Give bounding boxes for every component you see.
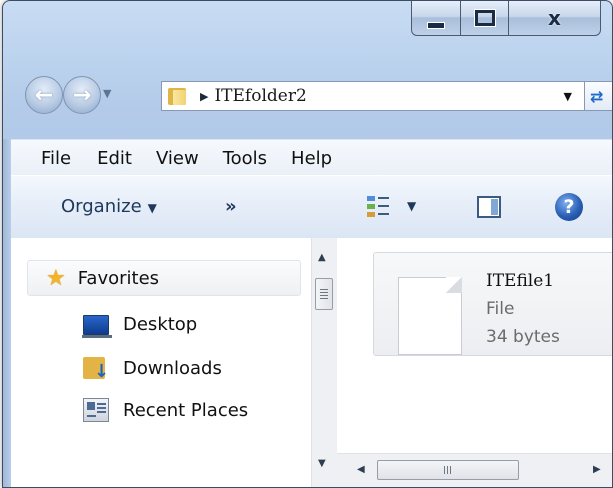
scroll-up-icon[interactable]: ▲	[318, 252, 326, 263]
address-dropdown-icon[interactable]: ▼	[564, 90, 572, 103]
nav-item-label: Downloads	[123, 357, 222, 379]
file-name: ITEfile1	[486, 271, 555, 291]
nav-item-downloads[interactable]: ↓ Downloads	[83, 356, 222, 381]
views-dropdown-icon: ▼	[407, 199, 417, 213]
breadcrumb-separator-icon[interactable]: ▶	[200, 90, 208, 103]
recent-places-icon	[83, 398, 109, 422]
favorites-label: Favorites	[77, 267, 160, 289]
menu-view[interactable]: View	[144, 148, 211, 169]
help-button[interactable]: ?	[555, 193, 583, 221]
content-area: ★ Favorites Desktop ↓ Downloads Recent P…	[11, 238, 612, 487]
help-icon: ?	[563, 196, 575, 218]
chevron-down-icon: ▼	[147, 201, 157, 215]
scrollbar-thumb[interactable]	[315, 278, 333, 310]
menu-edit[interactable]: Edit	[85, 148, 144, 169]
scrollbar-thumb[interactable]	[377, 460, 519, 480]
nav-item-label: Recent Places	[123, 399, 249, 421]
close-icon: x	[548, 6, 561, 30]
maximize-icon	[474, 10, 495, 26]
forward-arrow-icon: →	[72, 82, 92, 108]
recent-pages-dropdown[interactable]: ▼	[103, 87, 111, 100]
window-frame-left	[3, 139, 11, 487]
organize-label: Organize	[61, 196, 142, 217]
breadcrumb-current-folder[interactable]: ITEfolder2	[214, 86, 306, 106]
menu-bar: File Edit View Tools Help	[11, 139, 612, 176]
file-list: ITEfile1 File 34 bytes ◀ ▶	[337, 238, 612, 487]
scroll-right-icon[interactable]: ▶	[593, 464, 601, 475]
back-button[interactable]: ←	[25, 76, 63, 114]
refresh-icon: ⇄	[590, 86, 604, 106]
menu-file[interactable]: File	[11, 148, 85, 169]
menu-tools[interactable]: Tools	[211, 148, 279, 169]
nav-item-favorites[interactable]: ★ Favorites	[27, 260, 301, 296]
back-arrow-icon: ←	[34, 82, 54, 108]
scroll-left-icon[interactable]: ◀	[357, 464, 365, 475]
views-icon	[367, 196, 389, 218]
file-size: 34 bytes	[486, 327, 560, 347]
caption-buttons: x	[411, 1, 601, 36]
minimize-button[interactable]	[411, 1, 461, 36]
refresh-button[interactable]: ⇄	[585, 81, 612, 111]
organize-button[interactable]: Organize ▼	[61, 196, 157, 217]
preview-pane-button[interactable]	[477, 196, 501, 218]
desktop-icon	[82, 315, 112, 338]
address-bar[interactable]: ▶ ITEfolder2 ▼	[161, 81, 585, 111]
scroll-down-icon[interactable]: ▼	[318, 458, 326, 469]
navigation-pane-scrollbar[interactable]: ▲ ▼	[311, 238, 337, 487]
navigation-pane: ★ Favorites Desktop ↓ Downloads Recent P…	[11, 238, 311, 487]
forward-button[interactable]: →	[63, 76, 101, 114]
explorer-window: x ← → ▼ ▶ ITEfolder2 ▼ ⇄ File Edit View …	[2, 0, 613, 488]
command-bar: Organize ▼ » ▼ ?	[11, 175, 612, 239]
navigation-row: ← → ▼ ▶ ITEfolder2 ▼ ⇄	[3, 71, 612, 121]
close-button[interactable]: x	[509, 1, 601, 36]
nav-item-desktop[interactable]: Desktop	[82, 313, 198, 338]
maximize-button[interactable]	[461, 1, 509, 36]
star-icon: ★	[46, 265, 66, 291]
change-view-button[interactable]: ▼	[367, 194, 429, 222]
file-item[interactable]: ITEfile1 File 34 bytes	[373, 252, 612, 356]
minimize-icon	[427, 21, 445, 29]
folder-icon	[168, 86, 188, 106]
nav-item-label: Desktop	[123, 313, 198, 335]
nav-item-recent-places[interactable]: Recent Places	[83, 398, 248, 422]
downloads-icon: ↓	[83, 356, 109, 381]
menu-help[interactable]: Help	[279, 148, 344, 169]
file-list-scrollbar[interactable]: ◀ ▶	[337, 453, 612, 487]
more-commands-button[interactable]: »	[225, 196, 237, 217]
file-type: File	[486, 299, 515, 319]
